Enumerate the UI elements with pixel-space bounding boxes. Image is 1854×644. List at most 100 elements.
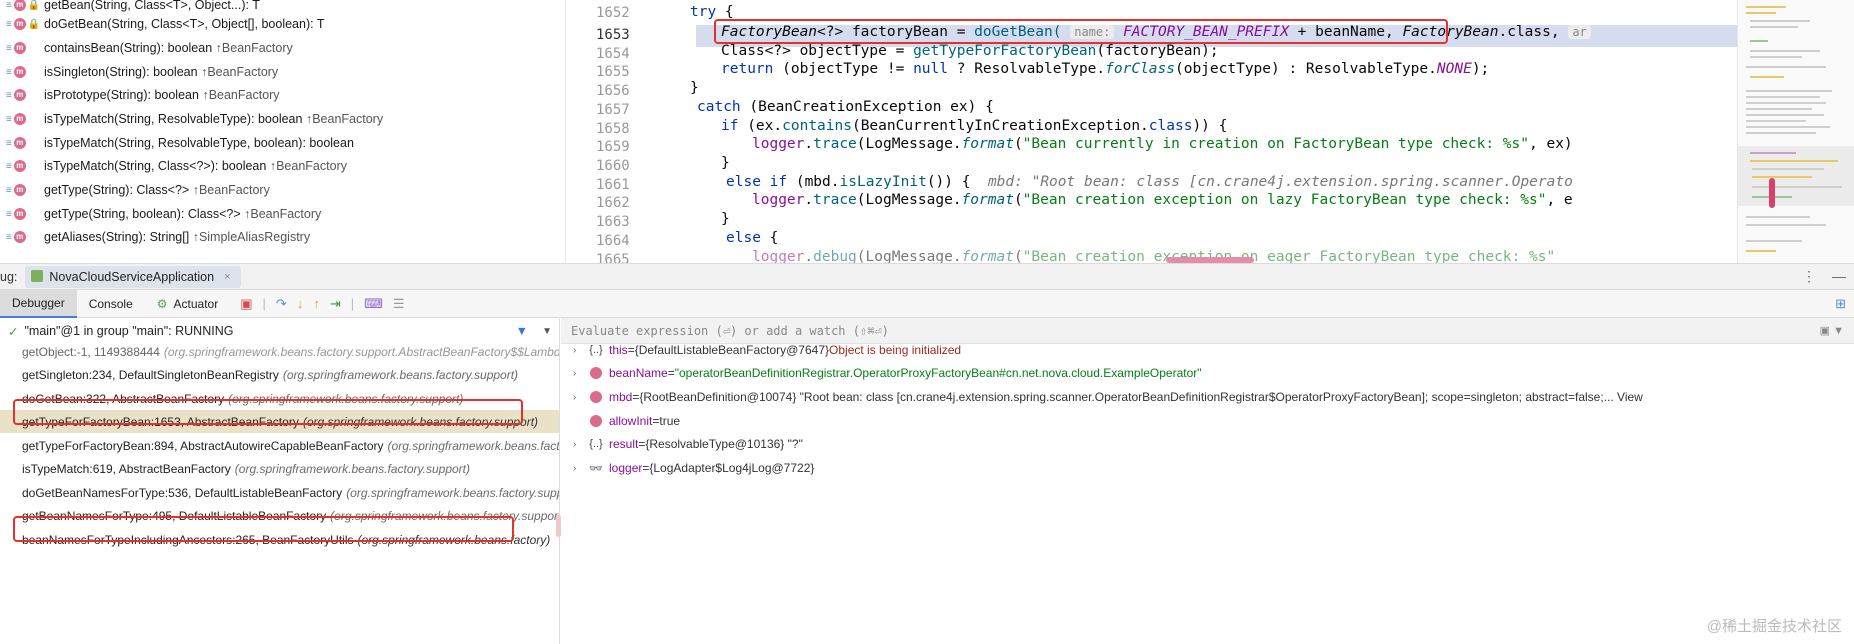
- tab-actuator-label: Actuator: [173, 296, 219, 311]
- method-icon: ≡ m 🔒: [6, 18, 41, 30]
- code-line: if (ex.contains(BeanCurrentlyInCreationE…: [721, 118, 1228, 134]
- structure-item[interactable]: ≡ m isTypeMatch(String, Class<?>): boolea…: [0, 153, 347, 179]
- inherited-label: ↑SimpleAliasRegistry: [192, 230, 311, 244]
- method-icon: ≡ m: [0, 42, 44, 54]
- structure-item[interactable]: ≡ m getAliases(String): String[] ↑SimpleA…: [0, 224, 310, 250]
- frames-panel: ✓ "main"@1 in group "main": RUNNING ▼ ▼ …: [0, 318, 560, 644]
- line-number: 1658: [596, 121, 630, 137]
- parameter-icon: [590, 391, 602, 403]
- inherited-label: ↑BeanFactory: [202, 88, 280, 102]
- tab-console[interactable]: Console: [77, 290, 145, 318]
- stack-frame[interactable]: getSingleton:234, DefaultSingletonBeanRe…: [0, 363, 559, 386]
- structure-item[interactable]: ≡ m isPrototype(String): boolean ↑BeanFac…: [0, 82, 280, 108]
- minimize-icon[interactable]: —: [1832, 268, 1846, 285]
- spring-boot-icon: [31, 269, 44, 282]
- stack-frame[interactable]: isTypeMatch:619, AbstractBeanFactory (org…: [0, 457, 559, 480]
- inherited-label: ↑BeanFactory: [244, 207, 322, 221]
- highlight-box-current-call: [714, 19, 1448, 44]
- structure-item[interactable]: ≡ m 🔒 doGetBean(String, Class<T>, Object[]…: [0, 11, 324, 37]
- debug-toolbar: Debugger Console ⚙ Actuator ▣ | ↷ ↓ ↑ ⇥ |…: [0, 289, 1854, 318]
- variable-row[interactable]: allowInit = true: [561, 409, 680, 433]
- line-number: 1663: [596, 214, 630, 230]
- inherited-label: ↑BeanFactory: [192, 183, 270, 197]
- close-icon[interactable]: ×: [224, 271, 230, 283]
- layout-settings-icon[interactable]: ⊞: [1835, 296, 1846, 312]
- run-config-tab[interactable]: NovaCloudServiceApplication ×: [25, 265, 241, 288]
- method-icon: ≡ m: [0, 160, 44, 172]
- structure-item-label: isPrototype(String): boolean: [44, 88, 199, 102]
- line-number: 1664: [596, 233, 630, 249]
- watermark: @稀土掘金技术社区: [1706, 618, 1842, 635]
- variable-row[interactable]: › {..} result = {ResolvableType@10136} "…: [561, 432, 803, 456]
- code-line: try {: [690, 4, 734, 20]
- method-icon: ≡ m: [0, 231, 44, 243]
- chevron-down-icon[interactable]: ▼: [542, 326, 552, 337]
- separator: |: [350, 296, 355, 311]
- parameter-icon: [590, 415, 602, 427]
- inherited-label: ↑BeanFactory: [269, 159, 347, 173]
- separator: |: [262, 296, 266, 311]
- line-number: 1653: [596, 27, 630, 43]
- object-icon: {..}: [589, 438, 603, 450]
- trace-icon[interactable]: ☰: [393, 296, 405, 312]
- structure-item-label: isTypeMatch(String, Class<?>): boolean: [44, 159, 267, 173]
- inherited-label: ↑BeanFactory: [305, 112, 384, 126]
- evaluate-expression-icon[interactable]: ⌨: [364, 296, 383, 312]
- variable-row[interactable]: › 👓 logger = {LogAdapter$Log4jLog@7722}: [561, 456, 814, 480]
- debug-label: ug:: [0, 269, 18, 284]
- line-number: 1662: [596, 195, 630, 211]
- inherited-label: ↑BeanFactory: [201, 65, 279, 79]
- code-line: }: [690, 80, 699, 96]
- variable-row[interactable]: › {..} this = {DefaultListableBeanFactor…: [561, 338, 961, 362]
- structure-item[interactable]: ≡ m containsBean(String): boolean ↑BeanFa…: [0, 35, 293, 61]
- structure-item-label: containsBean(String): boolean: [44, 41, 213, 55]
- expand-icon[interactable]: ▣ ▼: [1820, 324, 1844, 337]
- chevron-right-icon[interactable]: ›: [573, 345, 587, 356]
- structure-item-label: isTypeMatch(String, ResolvableType): boo…: [44, 112, 303, 126]
- chevron-right-icon[interactable]: ›: [573, 439, 587, 450]
- stack-frame[interactable]: doGetBeanNamesForType:536, DefaultListab…: [0, 481, 559, 504]
- tab-debugger[interactable]: Debugger: [0, 289, 77, 318]
- debug-tool-window-header: ug: NovaCloudServiceApplication × ⋮ —: [0, 263, 1854, 290]
- watch-glasses-icon: 👓: [589, 462, 603, 475]
- step-out-icon[interactable]: ↑: [313, 296, 320, 311]
- inherited-label: ↑BeanFactory: [215, 41, 293, 55]
- code-line: return (objectType != null ? ResolvableT…: [721, 61, 1490, 77]
- method-icon: ≡ m 🔒: [6, 0, 41, 11]
- structure-item-label: getType(String, boolean): Class<?>: [44, 207, 241, 221]
- method-icon: ≡ m: [0, 113, 44, 125]
- line-number: 1660: [596, 158, 630, 174]
- tab-actuator[interactable]: ⚙ Actuator: [145, 290, 230, 318]
- restore-layout-icon[interactable]: ▣: [240, 296, 252, 312]
- filter-icon[interactable]: ▼: [516, 324, 528, 338]
- highlight-box-frame-265: [13, 516, 514, 542]
- structure-item-label: doGetBean(String, Class<T>, Object[], bo…: [44, 17, 325, 31]
- run-to-cursor-icon[interactable]: ⇥: [330, 296, 341, 312]
- line-number: 1659: [596, 139, 630, 155]
- inline-debug-value: mbd: "Root bean: class [cn.crane4j.exten…: [987, 174, 1573, 190]
- actuator-icon: ⚙: [156, 296, 168, 311]
- evaluate-placeholder: Evaluate expression (⏎) or add a watch (…: [571, 323, 889, 338]
- more-options-icon[interactable]: ⋮: [1802, 268, 1816, 285]
- code-line: logger.trace(LogMessage.format("Bean cur…: [752, 136, 1573, 152]
- step-over-icon[interactable]: ↷: [276, 296, 287, 312]
- chevron-right-icon[interactable]: ›: [573, 392, 587, 403]
- method-icon: ≡ m: [0, 89, 44, 101]
- object-icon: {..}: [589, 344, 603, 356]
- method-icon: ≡ m: [0, 208, 44, 220]
- variable-row[interactable]: › mbd = {RootBeanDefinition@10074} "Root…: [561, 385, 1643, 409]
- line-number: 1656: [596, 83, 630, 99]
- line-number: 1661: [596, 177, 630, 193]
- line-number: 1652: [596, 5, 630, 21]
- stack-frame[interactable]: getTypeForFactoryBean:894, AbstractAutow…: [0, 434, 559, 457]
- chevron-right-icon[interactable]: ›: [573, 368, 587, 379]
- variable-row[interactable]: › beanName = "operatorBeanDefinitionRegi…: [561, 361, 1202, 385]
- code-line: Class<?> objectType = getTypeForFactoryB…: [721, 43, 1219, 59]
- chevron-right-icon[interactable]: ›: [573, 463, 587, 474]
- code-line: }: [721, 155, 730, 171]
- structure-item[interactable]: ≡ m isTypeMatch(String, ResolvableType): …: [0, 106, 383, 132]
- stack-frame[interactable]: getObject:-1, 1149388444 (org.springframe…: [0, 340, 559, 363]
- run-config-name: NovaCloudServiceApplication: [49, 269, 215, 284]
- structure-item[interactable]: ≡ m getType(String): Class<?> ↑BeanFactor…: [0, 177, 270, 203]
- step-into-icon[interactable]: ↓: [297, 296, 304, 311]
